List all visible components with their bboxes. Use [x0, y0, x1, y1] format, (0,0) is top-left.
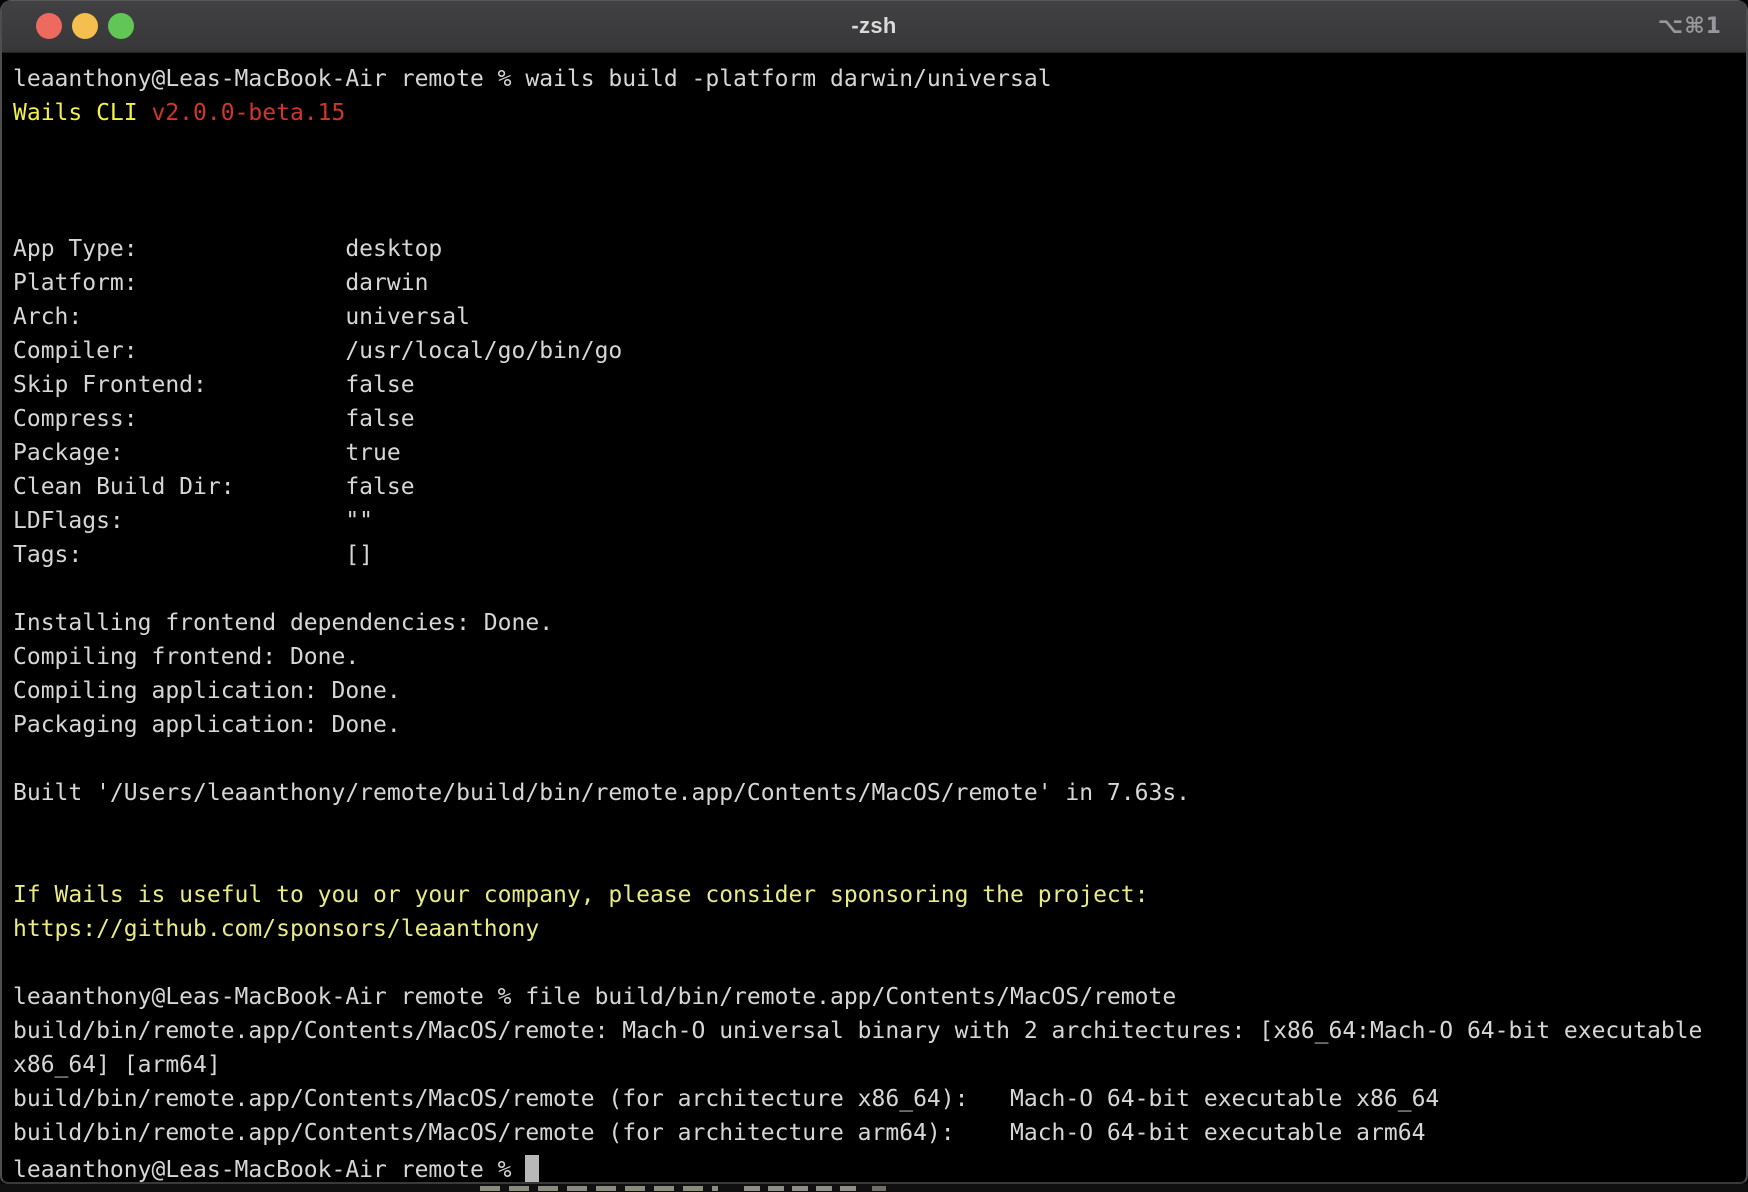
- terminal-line: LDFlags: "": [13, 504, 1746, 538]
- terminal-line: Built '/Users/leaanthony/remote/build/bi…: [13, 776, 1746, 810]
- terminal-line: Tags: []: [13, 538, 1746, 572]
- terminal-text-segment: Wails CLI: [13, 100, 151, 126]
- terminal-line: Skip Frontend: false: [13, 368, 1746, 402]
- terminal-line: build/bin/remote.app/Contents/MacOS/remo…: [13, 1082, 1746, 1116]
- terminal-text-segment: Compiling application: Done.: [13, 678, 401, 704]
- terminal-text-segment: Platform: darwin: [13, 270, 428, 296]
- window-title: -zsh: [851, 13, 896, 39]
- clipped-text-fragment: [744, 1186, 862, 1191]
- terminal-line: App Type: desktop: [13, 232, 1746, 266]
- terminal-line: Wails CLI v2.0.0-beta.15: [13, 96, 1746, 130]
- terminal-text-segment: LDFlags: "": [13, 508, 373, 534]
- terminal-line: [13, 164, 1746, 198]
- terminal-text-segment: Compress: false: [13, 406, 415, 432]
- terminal-line: [13, 130, 1746, 164]
- traffic-lights: [36, 13, 134, 39]
- terminal-line: [13, 198, 1746, 232]
- terminal-line: [13, 946, 1746, 980]
- terminal-line: https://github.com/sponsors/leaanthony: [13, 912, 1746, 946]
- terminal-line: If Wails is useful to you or your compan…: [13, 878, 1746, 912]
- terminal-text-segment: If Wails is useful to you or your compan…: [13, 882, 1148, 908]
- terminal-line: Installing frontend dependencies: Done.: [13, 606, 1746, 640]
- terminal-line: build/bin/remote.app/Contents/MacOS/remo…: [13, 1014, 1746, 1048]
- terminal-text-segment: leaanthony@Leas-MacBook-Air remote % wai…: [13, 66, 1052, 92]
- terminal-output[interactable]: leaanthony@Leas-MacBook-Air remote % wai…: [2, 53, 1746, 1182]
- close-button-icon[interactable]: [36, 13, 62, 39]
- keyboard-shortcut-badge: ⌥⌘1: [1658, 14, 1722, 39]
- terminal-text-segment: Package: true: [13, 440, 401, 466]
- terminal-text-segment: Compiling frontend: Done.: [13, 644, 359, 670]
- terminal-line: Packaging application: Done.: [13, 708, 1746, 742]
- minimize-button-icon[interactable]: [72, 13, 98, 39]
- terminal-line: Compiling application: Done.: [13, 674, 1746, 708]
- terminal-window: -zsh ⌥⌘1 leaanthony@Leas-MacBook-Air rem…: [0, 0, 1748, 1184]
- terminal-line: [13, 572, 1746, 606]
- terminal-line: Compiler: /usr/local/go/bin/go: [13, 334, 1746, 368]
- terminal-line: leaanthony@Leas-MacBook-Air remote % fil…: [13, 980, 1746, 1014]
- titlebar[interactable]: -zsh ⌥⌘1: [2, 0, 1746, 53]
- terminal-text-segment: Packaging application: Done.: [13, 712, 401, 738]
- terminal-text-segment: Compiler: /usr/local/go/bin/go: [13, 338, 622, 364]
- terminal-line: Arch: universal: [13, 300, 1746, 334]
- terminal-line: Package: true: [13, 436, 1746, 470]
- terminal-text-segment: x86_64] [arm64]: [13, 1052, 221, 1078]
- terminal-cursor: [525, 1155, 539, 1182]
- terminal-text-segment: https://github.com/sponsors/leaanthony: [13, 916, 539, 942]
- terminal-line: Platform: darwin: [13, 266, 1746, 300]
- clipped-text-fragment: [480, 1186, 718, 1191]
- terminal-text-segment: Skip Frontend: false: [13, 372, 415, 398]
- terminal-text-segment: Arch: universal: [13, 304, 470, 330]
- terminal-line: [13, 810, 1746, 844]
- terminal-text-segment: leaanthony@Leas-MacBook-Air remote %: [13, 1157, 525, 1182]
- terminal-line: [13, 844, 1746, 878]
- terminal-line: [13, 742, 1746, 776]
- terminal-line: x86_64] [arm64]: [13, 1048, 1746, 1082]
- terminal-text-segment: build/bin/remote.app/Contents/MacOS/remo…: [13, 1086, 1439, 1112]
- background-window-peek: [0, 1184, 1748, 1192]
- terminal-line: build/bin/remote.app/Contents/MacOS/remo…: [13, 1116, 1746, 1150]
- terminal-text-segment: Installing frontend dependencies: Done.: [13, 610, 553, 636]
- terminal-text-segment: leaanthony@Leas-MacBook-Air remote % fil…: [13, 984, 1176, 1010]
- terminal-text-segment: App Type: desktop: [13, 236, 442, 262]
- terminal-text-segment: build/bin/remote.app/Contents/MacOS/remo…: [13, 1120, 1425, 1146]
- terminal-text-segment: Clean Build Dir: false: [13, 474, 415, 500]
- terminal-line: Compiling frontend: Done.: [13, 640, 1746, 674]
- terminal-text-segment: v2.0.0-beta.15: [151, 100, 345, 126]
- terminal-text-segment: Built '/Users/leaanthony/remote/build/bi…: [13, 780, 1190, 806]
- terminal-line: Clean Build Dir: false: [13, 470, 1746, 504]
- terminal-line: leaanthony@Leas-MacBook-Air remote %: [13, 1150, 1746, 1182]
- terminal-text-segment: Tags: []: [13, 542, 373, 568]
- terminal-line: leaanthony@Leas-MacBook-Air remote % wai…: [13, 62, 1746, 96]
- terminal-text-segment: build/bin/remote.app/Contents/MacOS/remo…: [13, 1018, 1702, 1044]
- zoom-button-icon[interactable]: [108, 13, 134, 39]
- terminal-line: Compress: false: [13, 402, 1746, 436]
- clipped-text-fragment: [872, 1186, 886, 1191]
